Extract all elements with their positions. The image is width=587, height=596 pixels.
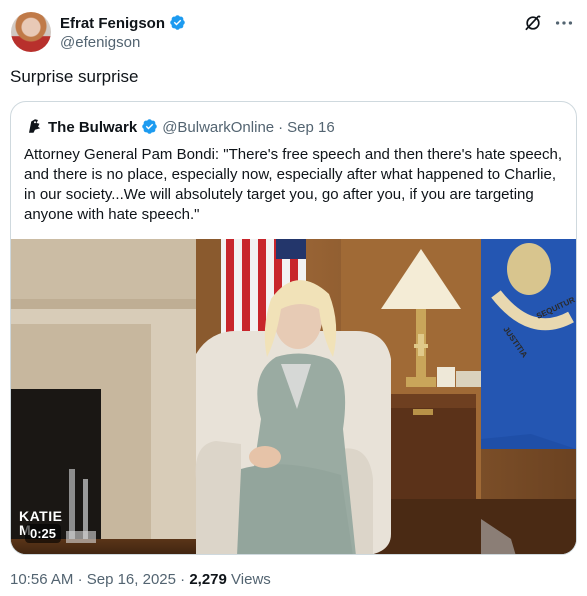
- views-count: 2,279: [189, 571, 227, 588]
- post-footer: 10:56 AM · Sep 16, 2025 · 2,279 Views: [10, 571, 271, 588]
- post-time[interactable]: 10:56 AM: [10, 571, 73, 588]
- quoted-post-header: The Bulwark @BulwarkOnline · Sep 16: [26, 117, 335, 137]
- quoted-post-date[interactable]: Sep 16: [287, 119, 335, 136]
- views-label: Views: [231, 571, 271, 588]
- author-handle[interactable]: @efenigson: [60, 34, 140, 51]
- more-icon[interactable]: [553, 12, 575, 34]
- video-duration-badge: 0:25: [25, 524, 62, 543]
- post-date[interactable]: Sep 16, 2025: [87, 571, 176, 588]
- video-frame: JUSTITIA SEQUITUR: [11, 239, 576, 554]
- watermark-line-1: KATIE: [19, 508, 63, 524]
- footer-separator: ·: [77, 571, 83, 588]
- video-player[interactable]: JUSTITIA SEQUITUR KATIE 0:25: [11, 239, 576, 554]
- post-text: Surprise surprise: [10, 67, 139, 86]
- post-header: Efrat Fenigson @efenigson: [10, 12, 577, 52]
- verified-badge-icon: [170, 15, 185, 30]
- footer-separator: ·: [180, 571, 186, 588]
- quoted-author-handle[interactable]: @BulwarkOnline: [162, 119, 274, 136]
- grok-icon[interactable]: [523, 13, 543, 33]
- author-name-text[interactable]: Efrat Fenigson: [60, 15, 165, 32]
- quoted-post-text: Attorney General Pam Bondi: "There's fre…: [24, 146, 563, 223]
- author-avatar[interactable]: [11, 12, 51, 52]
- meta-separator: ·: [278, 119, 284, 136]
- bulwark-logo-icon: [29, 119, 41, 133]
- quoted-post[interactable]: The Bulwark @BulwarkOnline · Sep 16 Attorne…: [10, 101, 577, 555]
- quoted-author-name[interactable]: The Bulwark: [48, 119, 137, 136]
- author-name[interactable]: Efrat Fenigson: [60, 14, 186, 32]
- verified-badge-icon: [142, 119, 157, 134]
